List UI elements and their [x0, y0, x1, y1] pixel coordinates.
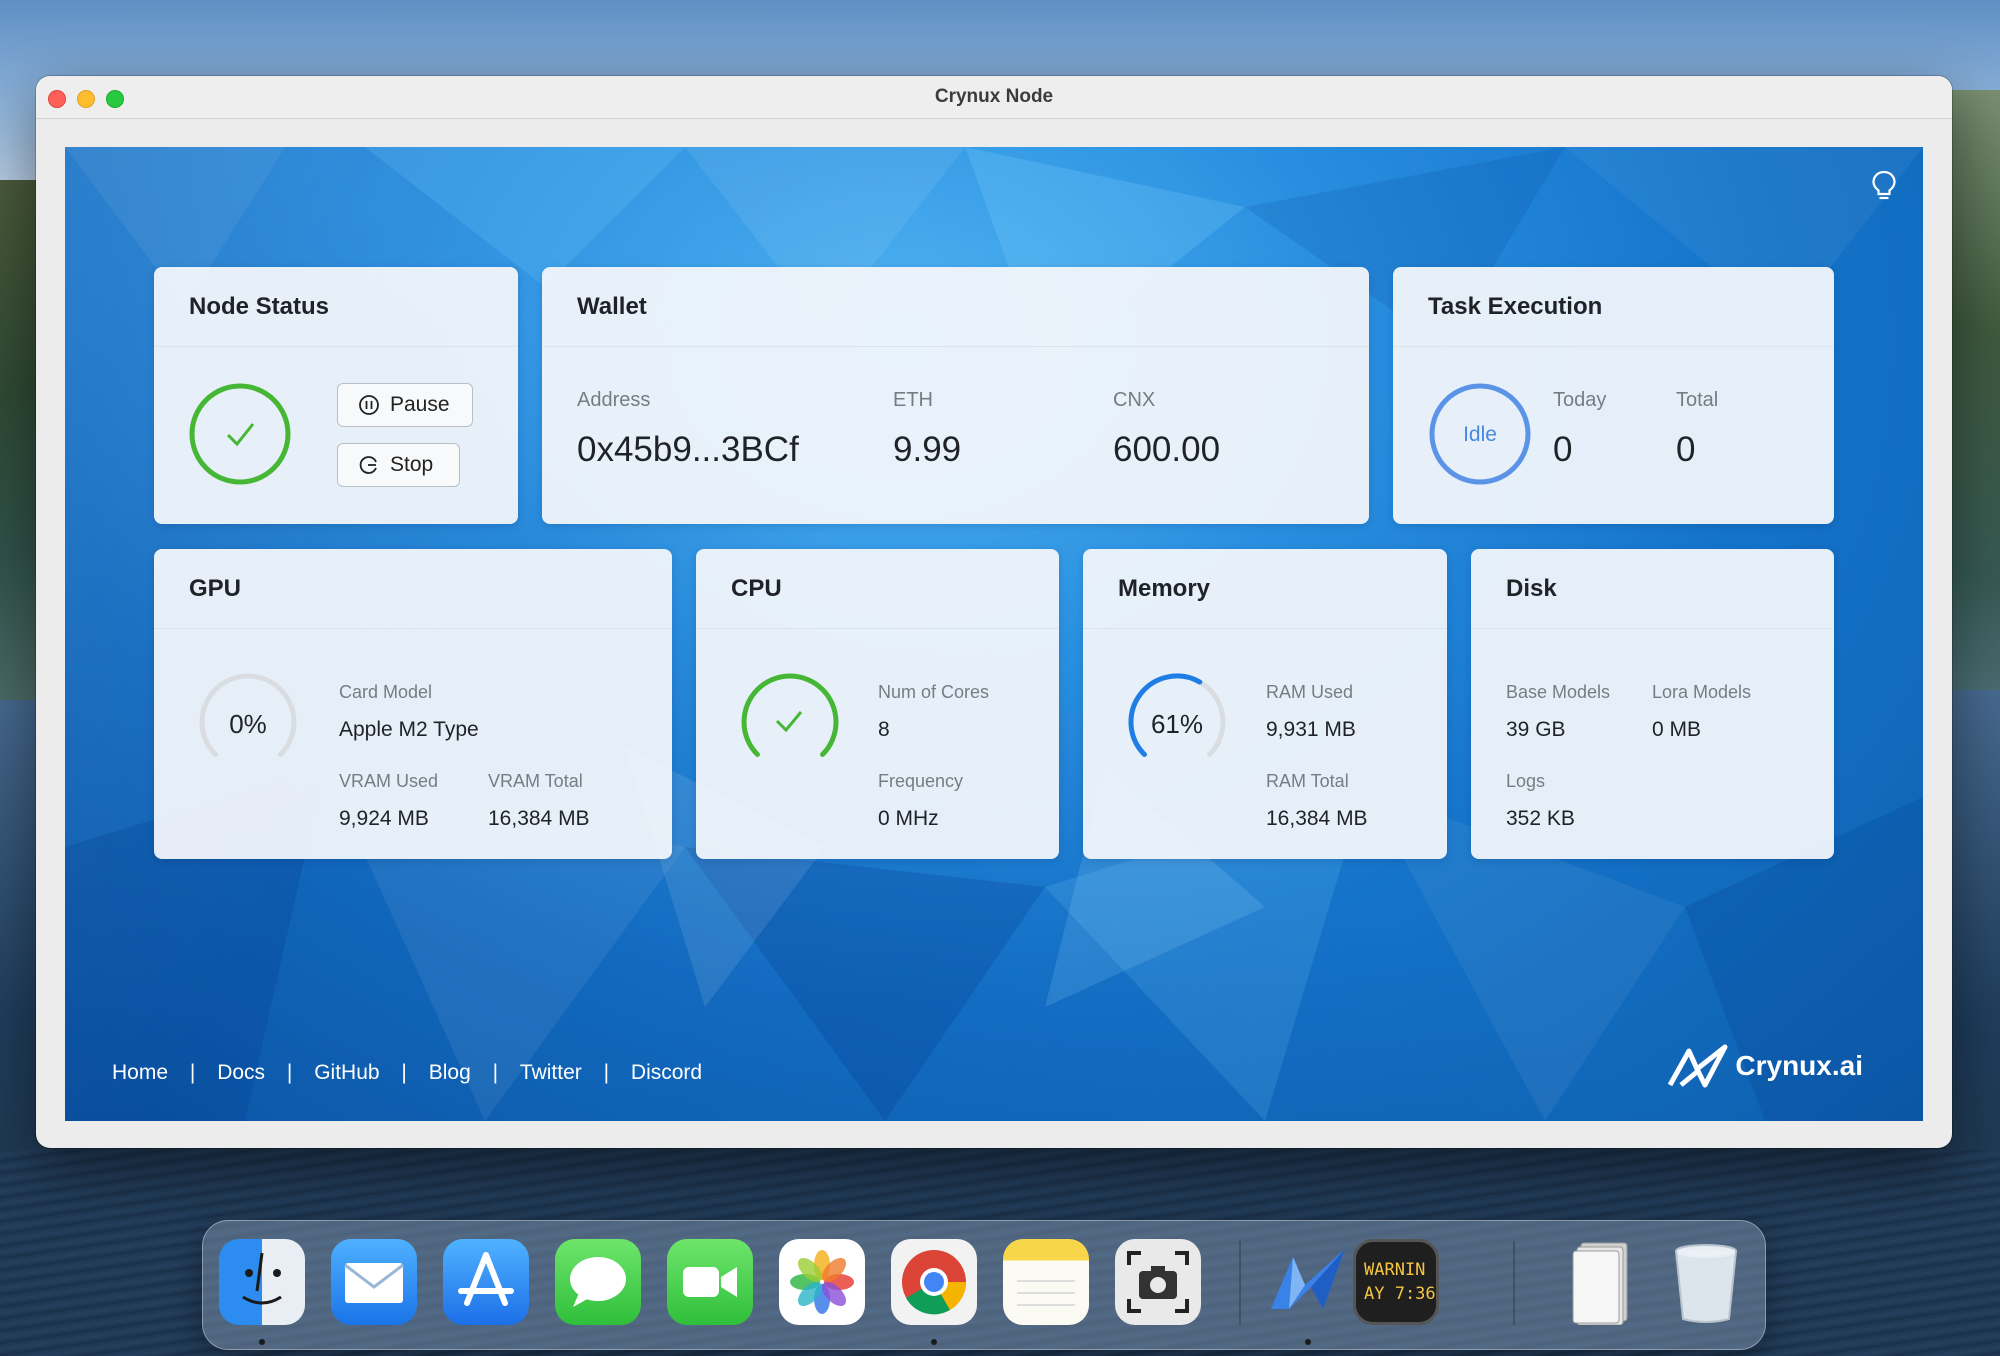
stop-button[interactable]: Stop [337, 443, 460, 487]
footer-link-blog[interactable]: Blog [429, 1061, 471, 1085]
cpu-title: CPU [696, 549, 1059, 629]
task-execution-card: Task Execution Idle Today 0 Total 0 [1393, 267, 1834, 524]
lora-models-value: 0 MB [1652, 718, 1702, 741]
crynux-logo-icon [1668, 1044, 1728, 1088]
footer-separator: | [189, 1061, 196, 1084]
footer-link-github[interactable]: GitHub [314, 1061, 379, 1085]
card-model-label: Card Model [339, 682, 433, 702]
cpu-ok-gauge [741, 673, 839, 758]
screenshot-icon[interactable] [1115, 1239, 1201, 1325]
today-value: 0 [1553, 430, 1573, 469]
trash-icon[interactable] [1663, 1239, 1749, 1325]
notes-icon[interactable] [1003, 1239, 1089, 1325]
wallet-title: Wallet [542, 267, 1369, 347]
app-store-icon[interactable] [443, 1239, 529, 1325]
vram-total-label: VRAM Total [488, 771, 583, 791]
stop-icon [359, 456, 377, 474]
lightbulb-icon[interactable] [1869, 169, 1899, 203]
gpu-card: GPU 0% Card Model Apple M2 Type VRAM Use… [154, 549, 672, 859]
chrome-running-indicator [931, 1339, 937, 1345]
card-model-value: Apple M2 Type [339, 718, 479, 741]
vram-used-label: VRAM Used [339, 771, 439, 791]
crynux-icon[interactable] [1265, 1239, 1351, 1325]
cores-label: Num of Cores [878, 682, 990, 702]
ram-used-label: RAM Used [1266, 682, 1354, 702]
gpu-title: GPU [154, 549, 672, 629]
desktop-wallpaper-right [1950, 90, 2000, 690]
lora-models-label: Lora Models [1652, 682, 1752, 702]
vram-total-value: 16,384 MB [488, 807, 590, 830]
dock: WARNIN AY 7:36 [202, 1220, 1766, 1350]
eth-value: 9.99 [893, 430, 962, 469]
brand-name: Crynux.ai [1735, 1050, 1863, 1081]
facetime-icon[interactable] [667, 1239, 753, 1325]
eth-label: ETH [893, 389, 933, 411]
memory-title: Memory [1083, 549, 1447, 629]
logs-label: Logs [1506, 771, 1546, 791]
mail-icon[interactable] [331, 1239, 417, 1325]
pause-button[interactable]: Pause [337, 383, 473, 427]
base-models-label: Base Models [1506, 682, 1611, 702]
pause-label: Pause [390, 393, 450, 416]
today-label: Today [1553, 389, 1607, 411]
footer-link-docs[interactable]: Docs [217, 1061, 265, 1085]
total-label: Total [1676, 389, 1719, 411]
console-text-1: WARNIN [1364, 1260, 1426, 1280]
frequency-value: 0 MHz [878, 807, 939, 830]
console-icon[interactable]: WARNIN AY 7:36 [1353, 1239, 1439, 1325]
pause-icon [359, 395, 379, 415]
dock-divider [1239, 1241, 1241, 1325]
crynux-running-indicator [1305, 1339, 1311, 1345]
node-status-card: Node Status Pause Stop [154, 267, 518, 524]
ram-used-value: 9,931 MB [1266, 718, 1356, 741]
node-status-title: Node Status [154, 267, 518, 347]
vram-used-value: 9,924 MB [339, 807, 429, 830]
frequency-label: Frequency [878, 771, 964, 791]
memory-usage-text: 61% [1150, 709, 1204, 739]
wallet-card: Wallet Address 0x45b9...3BCf ETH 9.99 CN… [542, 267, 1369, 524]
footer-link-home[interactable]: Home [112, 1061, 168, 1085]
address-label: Address [577, 389, 651, 411]
footer-separator: | [286, 1061, 293, 1084]
disk-title: Disk [1471, 549, 1834, 629]
dashboard: Node Status Pause Stop Wallet Address 0x… [65, 147, 1923, 1121]
chrome-icon[interactable] [891, 1239, 977, 1325]
footer-separator: | [603, 1061, 610, 1084]
photos-icon[interactable] [779, 1239, 865, 1325]
footer-link-twitter[interactable]: Twitter [520, 1061, 582, 1085]
task-state-label: Idle [1463, 423, 1497, 446]
logs-value: 352 KB [1506, 807, 1575, 830]
window-title: Crynux Node [934, 86, 1054, 107]
base-models-value: 39 GB [1506, 718, 1566, 741]
disk-card: Disk Base Models 39 GB Lora Models 0 MB … [1471, 549, 1834, 859]
cnx-value: 600.00 [1113, 430, 1221, 469]
memory-card: Memory 61% RAM Used 9,931 MB RAM Total 1… [1083, 549, 1447, 859]
stop-label: Stop [390, 453, 434, 476]
dock-divider [1513, 1241, 1515, 1325]
status-ok-icon [189, 383, 291, 485]
finder-icon[interactable] [219, 1239, 305, 1325]
gpu-usage-text: 0% [229, 709, 267, 739]
cores-value: 8 [878, 718, 890, 741]
ram-total-label: RAM Total [1266, 771, 1349, 791]
task-execution-title: Task Execution [1393, 267, 1834, 347]
footer-link-discord[interactable]: Discord [631, 1061, 702, 1085]
cpu-card: CPU Num of Cores 8 Frequency 0 MHz [696, 549, 1059, 859]
footer-separator: | [492, 1061, 499, 1084]
address-value: 0x45b9...3BCf [577, 430, 799, 469]
cnx-label: CNX [1113, 389, 1156, 411]
app-window: Crynux Node Node Status Pause Stop Walle… [36, 76, 1952, 1148]
footer-links: Home | Docs | GitHub | Blog | Twitter | … [112, 1061, 702, 1085]
total-value: 0 [1676, 430, 1696, 469]
crynux-brand[interactable]: Crynux.ai [1667, 1041, 1863, 1091]
finder-running-indicator [259, 1339, 265, 1345]
title-bar[interactable]: Crynux Node [36, 76, 1952, 119]
ram-total-value: 16,384 MB [1266, 807, 1368, 830]
downloads-stack-icon[interactable] [1559, 1239, 1645, 1326]
console-text-2: AY 7:36 [1364, 1284, 1436, 1304]
messages-icon[interactable] [555, 1239, 641, 1325]
footer-separator: | [401, 1061, 407, 1084]
